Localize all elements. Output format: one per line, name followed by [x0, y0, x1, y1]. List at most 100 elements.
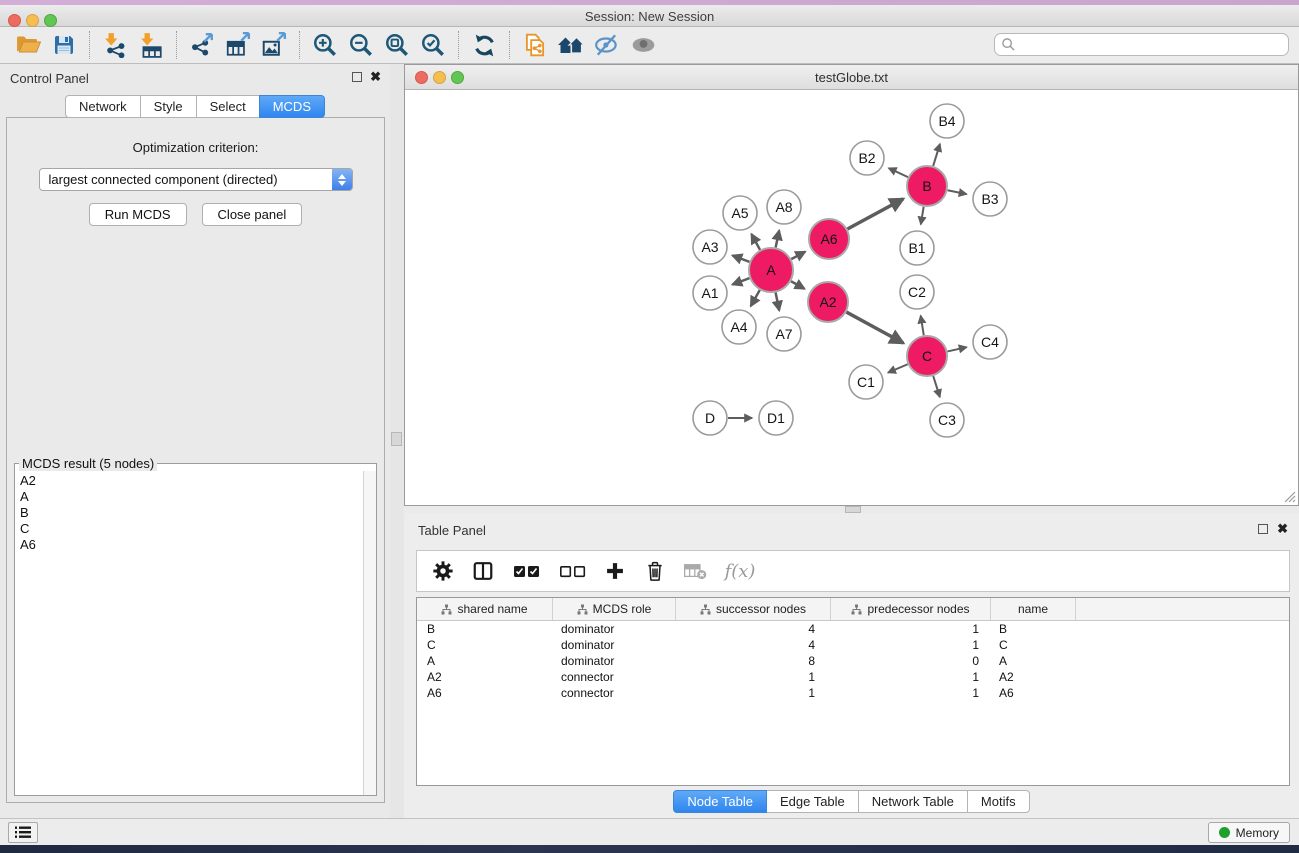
column-header-predecessor-nodes[interactable]: predecessor nodes — [831, 598, 991, 620]
zoom-in-button[interactable] — [307, 28, 343, 62]
tab-select[interactable]: Select — [196, 95, 260, 118]
close-panel-button[interactable]: Close panel — [202, 203, 303, 226]
export-image-button[interactable] — [256, 28, 292, 62]
table-cell[interactable]: A2 — [417, 669, 553, 685]
graph-edge-A2-C[interactable] — [846, 312, 903, 343]
graph-edge-A-A4[interactable] — [751, 290, 760, 306]
close-panel-icon[interactable]: ✖ — [1277, 521, 1288, 537]
table-cell[interactable]: A — [991, 653, 1076, 669]
graph-node-d1[interactable]: D1 — [759, 401, 793, 435]
table-cell[interactable]: 1 — [831, 621, 991, 637]
table-row[interactable]: Bdominator41B — [417, 621, 1289, 637]
float-panel-icon[interactable] — [1258, 524, 1268, 534]
table-cell[interactable]: 4 — [676, 637, 831, 653]
split-handle[interactable] — [845, 506, 861, 513]
graph-edge-A6-B[interactable] — [847, 199, 903, 229]
show-columns-button[interactable] — [471, 557, 495, 585]
search-input[interactable] — [994, 33, 1289, 56]
graph-edge-A-A5[interactable] — [751, 234, 760, 250]
graph-node-c4[interactable]: C4 — [973, 325, 1007, 359]
graph-edge-B-B2[interactable] — [889, 168, 908, 177]
run-mcds-button[interactable]: Run MCDS — [89, 203, 187, 226]
graph-node-c3[interactable]: C3 — [930, 403, 964, 437]
table-cell[interactable]: A2 — [991, 669, 1076, 685]
memory-button[interactable]: Memory — [1208, 822, 1290, 843]
result-item-c[interactable]: C — [20, 521, 371, 537]
table-cell[interactable]: 1 — [831, 637, 991, 653]
graph-node-a2[interactable]: A2 — [808, 282, 848, 322]
graph-edge-C-C4[interactable] — [947, 347, 966, 351]
graph-edge-B-B3[interactable] — [948, 190, 967, 194]
function-builder-button[interactable]: f(x) — [723, 557, 757, 585]
table-row[interactable]: A6connector11A6 — [417, 685, 1289, 701]
table-cell[interactable]: 1 — [831, 669, 991, 685]
refresh-view-button[interactable] — [466, 28, 502, 62]
table-cell[interactable]: B — [417, 621, 553, 637]
graph-edge-B-B4[interactable] — [933, 144, 940, 166]
graph-edge-C-C3[interactable] — [933, 376, 940, 397]
graph-node-b[interactable]: B — [907, 166, 947, 206]
show-all-networks-button[interactable] — [553, 28, 589, 62]
column-header-successor-nodes[interactable]: successor nodes — [676, 598, 831, 620]
graph-edge-B-B1[interactable] — [921, 207, 924, 225]
hide-selected-button[interactable] — [589, 28, 625, 62]
graph-node-c[interactable]: C — [907, 336, 947, 376]
column-header-shared-name[interactable]: shared name — [417, 598, 553, 620]
table-cell[interactable]: 1 — [676, 669, 831, 685]
result-scrollbar[interactable] — [363, 471, 376, 795]
graph-node-a1[interactable]: A1 — [693, 276, 727, 310]
graph-node-b3[interactable]: B3 — [973, 182, 1007, 216]
tab-motifs[interactable]: Motifs — [967, 790, 1030, 813]
graph-node-a7[interactable]: A7 — [767, 317, 801, 351]
graph-node-a6[interactable]: A6 — [809, 219, 849, 259]
export-table-button[interactable] — [220, 28, 256, 62]
delete-column-button[interactable] — [643, 557, 667, 585]
export-network-button[interactable] — [184, 28, 220, 62]
table-cell[interactable]: 0 — [831, 653, 991, 669]
table-cell[interactable]: A6 — [417, 685, 553, 701]
delete-table-button[interactable] — [683, 557, 707, 585]
tab-network[interactable]: Network — [65, 95, 141, 118]
tab-network-table[interactable]: Network Table — [858, 790, 968, 813]
zoom-fit-button[interactable] — [379, 28, 415, 62]
duplicate-network-button[interactable] — [517, 28, 553, 62]
graph-node-d[interactable]: D — [693, 401, 727, 435]
table-cell[interactable]: dominator — [553, 653, 676, 669]
result-item-a6[interactable]: A6 — [20, 537, 371, 553]
graph-edge-A-A3[interactable] — [732, 255, 749, 261]
graph-node-b4[interactable]: B4 — [930, 104, 964, 138]
table-row[interactable]: Cdominator41C — [417, 637, 1289, 653]
table-cell[interactable]: 4 — [676, 621, 831, 637]
graph-node-a3[interactable]: A3 — [693, 230, 727, 264]
table-cell[interactable]: connector — [553, 669, 676, 685]
graph-node-b1[interactable]: B1 — [900, 231, 934, 265]
table-cell[interactable]: C — [417, 637, 553, 653]
graph-node-a8[interactable]: A8 — [767, 190, 801, 224]
table-cell[interactable]: 1 — [676, 685, 831, 701]
import-table-button[interactable] — [133, 28, 169, 62]
graph-edge-A-A8[interactable] — [776, 231, 780, 248]
graph-edge-C-C1[interactable] — [888, 364, 908, 372]
zoom-out-button[interactable] — [343, 28, 379, 62]
optimization-criterion-select[interactable]: largest connected component (directed) — [39, 168, 353, 191]
save-session-button[interactable] — [46, 28, 82, 62]
tab-node-table[interactable]: Node Table — [673, 790, 767, 813]
column-header-name[interactable]: name — [991, 598, 1076, 620]
table-row[interactable]: A2connector11A2 — [417, 669, 1289, 685]
resize-grip-icon[interactable] — [1283, 490, 1296, 503]
table-cell[interactable]: A — [417, 653, 553, 669]
show-selected-button[interactable] — [625, 28, 661, 62]
column-header-mcds-role[interactable]: MCDS role — [553, 598, 676, 620]
graph-node-c2[interactable]: C2 — [900, 275, 934, 309]
tab-style[interactable]: Style — [140, 95, 197, 118]
close-panel-icon[interactable]: ✖ — [370, 69, 381, 85]
horizontal-split-divider[interactable] — [404, 506, 1299, 513]
graph-edge-A-A6[interactable] — [791, 252, 805, 259]
open-session-button[interactable] — [10, 28, 46, 62]
table-settings-button[interactable] — [431, 557, 455, 585]
result-item-a[interactable]: A — [20, 489, 371, 505]
table-cell[interactable]: 8 — [676, 653, 831, 669]
zoom-selected-button[interactable] — [415, 28, 451, 62]
table-cell[interactable]: B — [991, 621, 1076, 637]
table-cell[interactable]: 1 — [831, 685, 991, 701]
